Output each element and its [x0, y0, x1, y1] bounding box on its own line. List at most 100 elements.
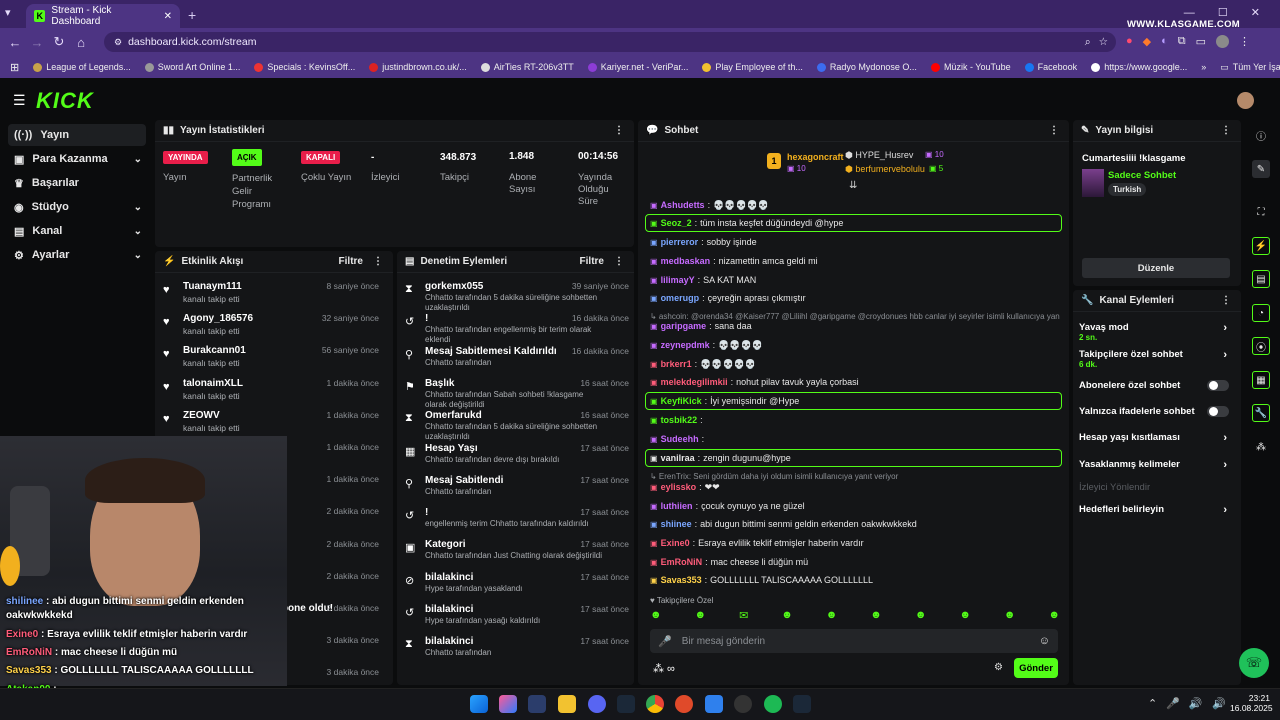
activity-user[interactable]: ZEOWV: [183, 410, 220, 421]
chat-message[interactable]: ▣ melekdegilimkii: nohut pilav tavuk yayla…: [650, 373, 1060, 391]
more-options-icon[interactable]: ⋮: [614, 125, 624, 136]
chat-username[interactable]: KeyfiKick: [661, 396, 702, 406]
extension-icon[interactable]: ◆: [1143, 35, 1151, 48]
chat-username[interactable]: Savas353: [661, 575, 702, 585]
sidebar-item-yayin[interactable]: ((·)) Yayın: [8, 124, 146, 146]
chat-message[interactable]: ▣ shiinee: abi dugun bittimi senmi geldin …: [650, 515, 1060, 533]
bookmark[interactable]: Play Employee of th...: [702, 62, 803, 72]
top-gifter-2[interactable]: ⬢ HYPE_Husrev: [845, 150, 913, 161]
bookmark[interactable]: Müzik - YouTube: [930, 62, 1011, 72]
broadcast-icon[interactable]: ⦿: [1252, 337, 1270, 355]
chat-username[interactable]: luthiien: [661, 501, 693, 511]
chat-message[interactable]: ▣ brkerr1: 💀💀💀💀💀: [650, 355, 1060, 373]
emote-icon[interactable]: ☻: [870, 609, 882, 625]
more-options-icon[interactable]: ⋮: [1049, 125, 1059, 136]
filter-button[interactable]: Filtre: [339, 256, 363, 267]
moderation-item[interactable]: ↺! Chhatto tarafından engellenmiş bir ter…: [405, 313, 629, 344]
category-link[interactable]: Sadece Sohbet: [1108, 170, 1176, 181]
chat-username[interactable]: garipgame: [661, 321, 707, 331]
discord-icon[interactable]: [588, 695, 606, 713]
sidebar-item-kanal[interactable]: ▤ Kanal ⌄: [8, 220, 146, 242]
browser-tab[interactable]: K Stream - Kick Dashboard ✕: [26, 4, 180, 28]
chat-username[interactable]: Exine0: [661, 538, 690, 548]
chat-input[interactable]: 🎤 Bir mesaj gönderin ☺: [650, 629, 1058, 653]
chat-username[interactable]: pierreror: [661, 237, 699, 247]
url-bar[interactable]: ⚙ dashboard.kick.com/stream ⌕ ☆: [104, 32, 1116, 52]
microphone-icon[interactable]: 🎤: [658, 635, 672, 648]
activity-user[interactable]: Burakcann01: [183, 345, 246, 356]
browser-icon[interactable]: [675, 695, 693, 713]
chat-settings-gear-icon[interactable]: ⚙: [994, 662, 1003, 673]
users-icon[interactable]: ⁂: [1252, 438, 1270, 456]
more-options-icon[interactable]: ⋮: [1221, 125, 1231, 136]
moderation-item[interactable]: ⚲ Mesaj Sabitlemesi Kaldırıldı Chhatto tar…: [405, 346, 629, 376]
bookmark[interactable]: Facebook: [1024, 62, 1077, 72]
bookmark[interactable]: Kariyer.net - VeriPar...: [587, 62, 688, 72]
moderation-item[interactable]: ⚑ Başlık Chhatto tarafından Sabah sohbeti …: [405, 378, 629, 409]
chat-users-icon[interactable]: ⁂ ∞: [653, 662, 675, 675]
moderation-item[interactable]: ↺! engellenmiş terim Chhatto tarafından k…: [405, 507, 629, 537]
calendar-icon[interactable]: ▦: [1252, 371, 1270, 389]
moderation-item[interactable]: ↺ bilalakinci Hype tarafından yasağı kaldı…: [405, 604, 629, 634]
bookmark-star-icon[interactable]: ☆: [1099, 36, 1108, 48]
window-controls[interactable]: — ☐ ✕: [1184, 6, 1270, 19]
chat-message[interactable]: ▣ omerugp: çeyreğin aprası çıkmıştır: [650, 289, 1060, 307]
start-icon[interactable]: [470, 695, 488, 713]
moderation-item[interactable]: ⊘ bilalakinci Hype tarafından yasaklandı 17…: [405, 572, 629, 602]
channel-action[interactable]: Abonelere özel sohbet: [1079, 380, 1229, 391]
chat-message[interactable]: ▣ KeyfiKick: İyi yemişsindir @Hype: [645, 392, 1062, 410]
activity-user[interactable]: Tuanaym111: [183, 281, 242, 292]
bookmarks-folder[interactable]: ▭Tüm Yer İşaretleri: [1220, 62, 1280, 73]
support-chat-button[interactable]: ☏: [1239, 648, 1269, 678]
chat-username[interactable]: lilimayY: [661, 275, 695, 285]
emoji-icon[interactable]: ☺: [1039, 635, 1050, 647]
sidebar-item-para-kazanma[interactable]: ▣ Para Kazanma ⌄: [8, 148, 146, 170]
more-bookmarks-icon[interactable]: »: [1201, 62, 1206, 72]
wrench-icon[interactable]: 🔧: [1252, 404, 1270, 422]
channel-action[interactable]: Yasaklanmış kelimeler ›: [1079, 459, 1229, 471]
chat-message[interactable]: ▣ tosbik22:: [650, 411, 1060, 429]
activity-item[interactable]: ♥ Tuanaym111 kanalı takip etti 8 saniye önc…: [163, 281, 383, 311]
chat-message[interactable]: ▣ EmRoNiN: mac cheese li düğün mü: [650, 553, 1060, 571]
emote-icon[interactable]: ☻: [650, 609, 662, 625]
browser-menu-icon[interactable]: ⋮: [1239, 35, 1250, 48]
activity-item[interactable]: ♥ Burakcann01 kanalı takip etti 56 saniye ö…: [163, 345, 383, 375]
clock[interactable]: 23:21 16.08.2025: [1230, 693, 1273, 713]
chrome-icon[interactable]: [646, 695, 664, 713]
pencil-icon[interactable]: ✎: [1252, 160, 1270, 178]
edit-button[interactable]: Düzenle: [1082, 258, 1230, 278]
spotify-icon[interactable]: [764, 695, 782, 713]
chat-username[interactable]: tosbik22: [661, 415, 698, 425]
chat-username[interactable]: melekdegilimkii: [661, 377, 728, 387]
chat-message[interactable]: ▣ luthiien: çocuk oynuyo ya ne güzel: [650, 497, 1060, 515]
top-gifter-1[interactable]: hexagoncraft: [787, 152, 844, 162]
send-button[interactable]: Gönder: [1014, 658, 1058, 678]
channel-action[interactable]: Hesap yaşı kısıtlaması ›: [1079, 432, 1229, 444]
more-options-icon[interactable]: ⋮: [614, 256, 624, 267]
lightning-icon[interactable]: ⚡: [1252, 237, 1270, 255]
activity-user[interactable]: talonaimXLL: [183, 378, 243, 389]
more-options-icon[interactable]: ⋮: [1221, 295, 1231, 306]
activity-user[interactable]: Agony_186576: [183, 313, 253, 324]
chat-message[interactable]: ▣ zeynepdmk: 💀💀💀💀: [650, 336, 1060, 354]
channel-action[interactable]: Takipçilere özel sohbet 6 dk. ›: [1079, 349, 1229, 369]
emote-icon[interactable]: ☻: [695, 609, 707, 625]
system-tray[interactable]: ⌃🎤🔊: [1148, 697, 1212, 710]
sidebar-toggle-icon[interactable]: ▭: [1196, 35, 1206, 48]
store-icon[interactable]: [528, 695, 546, 713]
extension-icon[interactable]: ◐: [1161, 35, 1168, 48]
bookmark[interactable]: Sword Art Online 1...: [144, 62, 240, 72]
chat-message[interactable]: ▣ Seoz_2: tüm insta keşfet düğündeydi @hyp…: [645, 214, 1062, 232]
bookmark[interactable]: League of Legends...: [33, 62, 131, 72]
more-options-icon[interactable]: ⋮: [373, 256, 383, 267]
moderation-item[interactable]: ⚲ Mesaj Sabitlendi Chhatto tarafından 17 sa…: [405, 475, 629, 505]
emote-icon[interactable]: ☻: [1004, 609, 1016, 625]
emote-icon[interactable]: ☻: [781, 609, 793, 625]
moderation-item[interactable]: ▦ Hesap Yaşı Chhatto tarafından devre dışı…: [405, 443, 629, 473]
chat-username[interactable]: shiinee: [661, 519, 692, 529]
moderation-item[interactable]: ⧗ gorkemx055 Chhatto tarafından 5 dakika s…: [405, 281, 629, 312]
kick-logo[interactable]: KICK: [36, 88, 94, 114]
sidebar-item-studyo[interactable]: ◉ Stüdyo ⌄: [8, 196, 146, 218]
forward-icon[interactable]: →: [26, 35, 48, 50]
channel-action[interactable]: Hedefleri belirleyin ›: [1079, 504, 1229, 516]
